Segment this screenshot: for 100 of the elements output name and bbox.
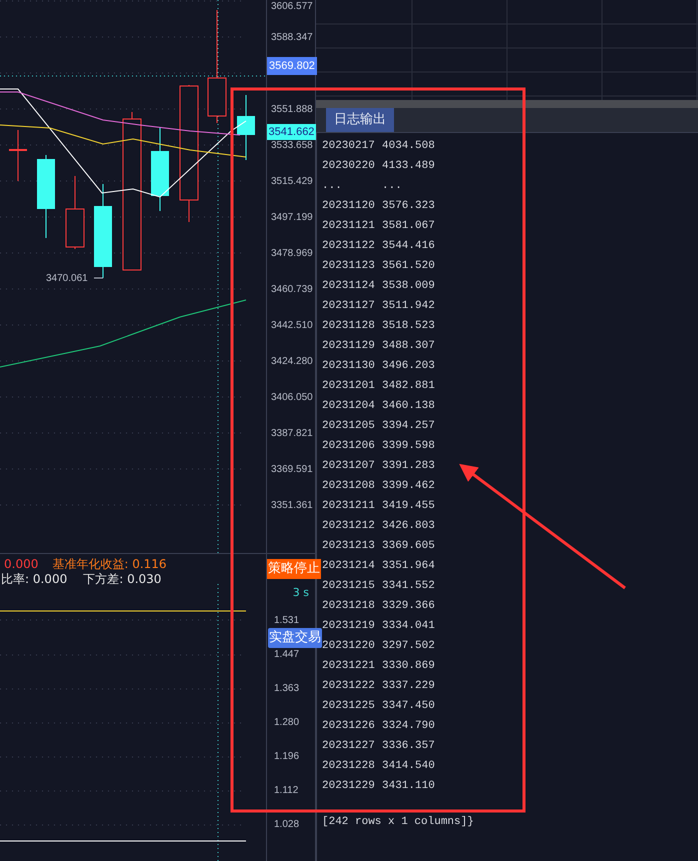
value-axis-label: 1.112 bbox=[274, 784, 298, 797]
log-date-text: 20231229 bbox=[322, 778, 376, 794]
log-date-text: 20231222 bbox=[322, 678, 376, 694]
value-axis-label: 1.363 bbox=[274, 682, 300, 695]
stat-text: 基准年化收益: 0.116 bbox=[52, 557, 167, 572]
price-axis-label: 3460.739 bbox=[271, 283, 313, 296]
log-value-text: 3324.790 bbox=[382, 718, 435, 734]
log-value-text: 4034.508 bbox=[382, 138, 435, 154]
log-date-text: 20231212 bbox=[322, 518, 376, 534]
log-value-text: 3297.502 bbox=[382, 638, 435, 654]
log-value-text: 4133.489 bbox=[382, 158, 435, 174]
price-axis-label: 3406.050 bbox=[271, 391, 313, 404]
log-date-text: 20231215 bbox=[322, 578, 376, 594]
price-axis-label: 3424.280 bbox=[271, 355, 313, 368]
price-axis-label: 3606.577 bbox=[271, 0, 313, 13]
log-date-text: 20231220 bbox=[322, 638, 376, 654]
log-date-text: ... bbox=[322, 178, 343, 194]
log-date-text: 20231205 bbox=[322, 418, 376, 434]
log-date-text: 20231227 bbox=[322, 738, 376, 754]
log-value-text: 3334.041 bbox=[382, 618, 435, 634]
log-value-text: 3488.307 bbox=[382, 338, 435, 354]
log-value-text: 3330.869 bbox=[382, 658, 435, 674]
log-value-text: 3337.229 bbox=[382, 678, 435, 694]
log-date-text: 20231207 bbox=[322, 458, 376, 474]
log-date-text: 20231219 bbox=[322, 618, 376, 634]
log-date-text: 20231211 bbox=[322, 498, 376, 514]
price-axis-label: 3588.347 bbox=[271, 31, 313, 44]
candle bbox=[9, 130, 27, 182]
log-value-text: 3511.942 bbox=[382, 298, 435, 314]
log-value-text: 3399.598 bbox=[382, 438, 435, 454]
log-date-text: 20231218 bbox=[322, 598, 376, 614]
low-price-label: 3470.061 bbox=[46, 272, 88, 285]
crosshair-price-tag: 3569.802 bbox=[267, 57, 317, 75]
candle bbox=[237, 94, 255, 160]
price-axis-label: 3442.510 bbox=[271, 319, 313, 332]
log-value-text: 3391.283 bbox=[382, 458, 435, 474]
log-value-text: 3369.605 bbox=[382, 538, 435, 554]
log-date-text: 20231213 bbox=[322, 538, 376, 554]
log-value-text: 3460.138 bbox=[382, 398, 435, 414]
panel-splitter[interactable] bbox=[316, 100, 698, 108]
log-value-text: 3518.523 bbox=[382, 318, 435, 334]
log-date-text: 20231228 bbox=[322, 758, 376, 774]
log-date-text: 20231120 bbox=[322, 198, 376, 214]
live-trading-button[interactable]: 实盘交易 bbox=[268, 628, 322, 648]
log-date-text: 20231201 bbox=[322, 378, 376, 394]
price-axis-label: 3515.429 bbox=[271, 175, 313, 188]
value-axis-label: 1.531 bbox=[274, 614, 300, 627]
log-date-text: 20231204 bbox=[322, 398, 376, 414]
log-date-text: 20231121 bbox=[322, 218, 376, 234]
log-date-text: 20231226 bbox=[322, 718, 376, 734]
log-date-text: 20231129 bbox=[322, 338, 376, 354]
log-value-text: 3329.366 bbox=[382, 598, 435, 614]
price-axis-label: 3478.969 bbox=[271, 247, 313, 260]
log-date-text: 20231214 bbox=[322, 558, 376, 574]
log-date-text: 20231206 bbox=[322, 438, 376, 454]
log-date-text: 20231123 bbox=[322, 258, 376, 274]
log-value-text: 3544.416 bbox=[382, 238, 435, 254]
log-value-text: 3336.357 bbox=[382, 738, 435, 754]
log-value-text: 3431.110 bbox=[382, 778, 435, 794]
log-value-text: 3426.803 bbox=[382, 518, 435, 534]
log-value-text: 3351.964 bbox=[382, 558, 435, 574]
price-axis-label: 3533.658 bbox=[271, 139, 313, 152]
value-axis-label: 1.028 bbox=[274, 818, 300, 831]
stat-text: 0.000 bbox=[4, 557, 38, 572]
stat-text: 下方差: 0.030 bbox=[83, 572, 162, 587]
log-value-text: 3399.462 bbox=[382, 478, 435, 494]
price-axis-label: 3387.821 bbox=[271, 427, 313, 440]
stop-strategy-button[interactable]: 策略停止 bbox=[267, 559, 321, 579]
log-date-text: 20230220 bbox=[322, 158, 376, 174]
log-value-text: 3561.520 bbox=[382, 258, 435, 274]
value-axis-label: 1.447 bbox=[274, 648, 300, 661]
stat-text: 比率: 0.000 bbox=[1, 572, 68, 587]
price-axis-label: 3497.199 bbox=[271, 211, 313, 224]
log-date-text: 20231127 bbox=[322, 298, 376, 314]
price-axis-label: 3351.361 bbox=[271, 499, 313, 512]
log-date-text: 20231128 bbox=[322, 318, 376, 334]
log-value-text: 3419.455 bbox=[382, 498, 435, 514]
log-value-text: 3576.323 bbox=[382, 198, 435, 214]
log-footer-text: [242 rows x 1 columns]} bbox=[322, 815, 475, 830]
log-output-tab[interactable]: 日志输出 bbox=[326, 108, 394, 132]
value-axis-label: 1.196 bbox=[274, 750, 300, 763]
log-value-text: 3347.450 bbox=[382, 698, 435, 714]
log-date-text: 20231225 bbox=[322, 698, 376, 714]
log-value-text: 3341.552 bbox=[382, 578, 435, 594]
log-value-text: ... bbox=[382, 178, 402, 194]
price-axis-label: 3551.888 bbox=[271, 103, 313, 116]
timer-text: 3 s bbox=[292, 586, 309, 600]
log-date-text: 20231221 bbox=[322, 658, 376, 674]
log-value-text: 3394.257 bbox=[382, 418, 435, 434]
value-axis-label: 1.280 bbox=[274, 716, 300, 729]
last-price-tag: 3541.662 bbox=[267, 124, 316, 140]
log-date-text: 20231124 bbox=[322, 278, 376, 294]
log-value-text: 3581.067 bbox=[382, 218, 435, 234]
log-value-text: 3538.009 bbox=[382, 278, 435, 294]
log-value-text: 3482.881 bbox=[382, 378, 435, 394]
log-value-text: 3496.203 bbox=[382, 358, 435, 374]
price-axis-label: 3369.591 bbox=[271, 463, 313, 476]
log-value-text: 3414.540 bbox=[382, 758, 435, 774]
log-date-text: 20231208 bbox=[322, 478, 376, 494]
log-date-text: 20231130 bbox=[322, 358, 376, 374]
